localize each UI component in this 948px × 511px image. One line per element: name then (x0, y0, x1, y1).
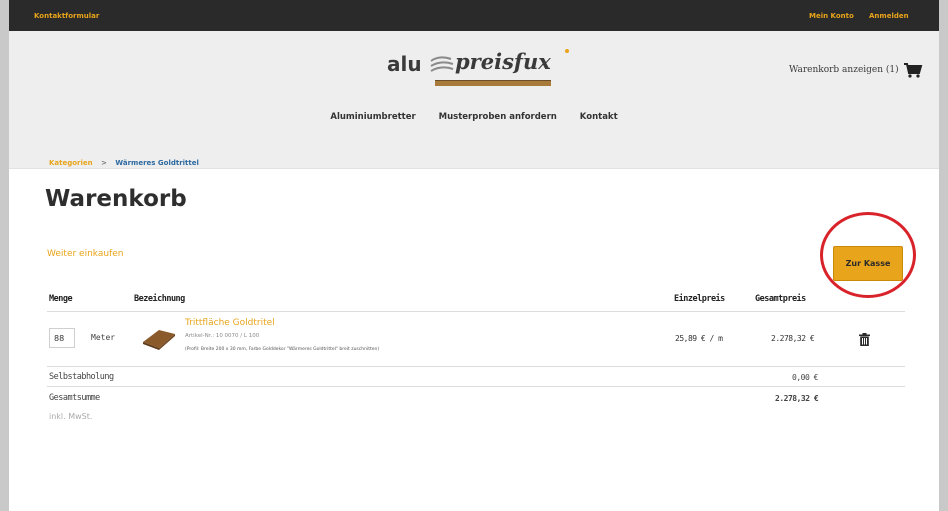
my-account-link[interactable]: Mein Konto (809, 12, 854, 20)
header-total: Gesamtpreis (755, 294, 806, 304)
header-name: Bezeichnung (134, 294, 185, 304)
summary-divider (47, 386, 905, 387)
header-unit-price: Einzelpreis (674, 294, 725, 304)
product-name-link[interactable]: Trittfläche Goldtritel (185, 318, 275, 328)
logo-text-alu: alu (387, 52, 422, 76)
cart-label: Warenkorb anzeigen (1) (789, 65, 899, 75)
site-header: alu preisfux Warenkorb anzeigen (1) Alum… (9, 31, 939, 169)
top-bar: Kontaktformular Mein Konto Anmelden (9, 0, 939, 31)
breadcrumb-categories[interactable]: Kategorien (49, 159, 93, 167)
page: Kontaktformular Mein Konto Anmelden alu … (9, 0, 939, 511)
breadcrumb-current[interactable]: Wärmeres Goldtrittel (115, 159, 199, 167)
unit-price: 25,89 € / m (675, 334, 723, 343)
trash-icon[interactable] (859, 333, 870, 346)
table-header-divider (47, 311, 905, 312)
tax-note: inkl. MwSt. (49, 412, 93, 421)
summary-total-label: Gesamtsumme (49, 393, 100, 403)
site-logo[interactable]: alu preisfux (387, 47, 577, 95)
breadcrumb: Kategorien > Wärmeres Goldtrittel (49, 159, 199, 167)
logo-dot (565, 49, 569, 53)
checkout-button-label: Zur Kasse (845, 259, 891, 268)
nav-item-aluminiumbretter[interactable]: Aluminiumbretter (330, 112, 415, 122)
nav-item-musterproben[interactable]: Musterproben anfordern (439, 112, 557, 122)
cart-icon (903, 63, 922, 78)
logo-swoosh-icon (430, 56, 454, 72)
product-thumbnail (143, 330, 175, 350)
logo-bar (435, 80, 551, 86)
quantity-value: 88 (54, 333, 65, 343)
main-nav: Aluminiumbretter Musterproben anfordern … (9, 112, 939, 122)
product-description: (Profil: Breite 200 x 30 mm, Farbe Goldd… (185, 347, 380, 352)
quantity-unit: Meter (91, 333, 116, 342)
summary-pickup-value: 0,00 € (792, 373, 818, 382)
page-title: Warenkorb (45, 186, 187, 212)
summary-pickup-label: Selbstabholung (49, 372, 114, 382)
logo-text-preisfux: preisfux (455, 49, 551, 74)
summary-total-value: 2.278,32 € (775, 394, 819, 403)
row-total-price: 2.278,32 € (771, 334, 815, 343)
cart-link[interactable]: Warenkorb anzeigen (1) (789, 62, 923, 78)
product-meta: Artikel-Nr.: 10 0070 / L 100 (185, 333, 260, 339)
breadcrumb-separator: > (101, 159, 107, 167)
header-qty: Menge (49, 294, 73, 304)
row-divider (47, 366, 905, 367)
continue-shopping-link[interactable]: Weiter einkaufen (47, 249, 123, 259)
quantity-input[interactable]: 88 (49, 328, 75, 348)
nav-item-kontakt[interactable]: Kontakt (580, 112, 618, 122)
login-link[interactable]: Anmelden (869, 12, 909, 20)
checkout-button[interactable]: Zur Kasse (833, 246, 903, 281)
contact-form-link[interactable]: Kontaktformular (34, 12, 99, 20)
